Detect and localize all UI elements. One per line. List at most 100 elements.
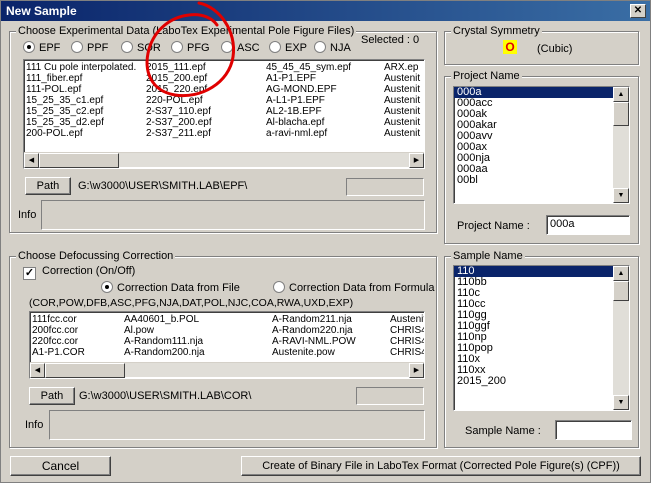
correction-file-list[interactable]: 111fcc.cor AA40601_b.POL A-Random211.nja Au…	[29, 311, 425, 379]
file-item[interactable]: Al-blacha.epf	[266, 117, 384, 128]
file-item[interactable]: 200fcc.cor	[32, 325, 124, 336]
list-item[interactable]: 110bb	[454, 277, 629, 288]
symmetry-name: (Cubic)	[537, 43, 573, 55]
create-binary-file-button[interactable]: Create of Binary File in LaboTex Format …	[241, 456, 641, 476]
file-item[interactable]: 15_25_35_c1.epf	[26, 95, 146, 106]
file-item[interactable]: 220-POL.epf	[146, 95, 266, 106]
scroll-thumb[interactable]	[39, 153, 119, 168]
file-item[interactable]: Al.pow	[124, 325, 272, 336]
file-item[interactable]: Austenit	[384, 95, 424, 106]
format-radio-asc[interactable]: ASC	[221, 41, 260, 54]
close-icon[interactable]: ✕	[630, 4, 646, 18]
correction-path-button[interactable]: Path	[29, 387, 75, 405]
file-item[interactable]: A1-P1.EPF	[266, 73, 384, 84]
format-radio-epf[interactable]: EPF	[23, 41, 60, 54]
file-item[interactable]: A-Random111.nja	[124, 336, 272, 347]
file-item[interactable]: CHRIS4	[390, 336, 424, 347]
file-item[interactable]: A-RAVI-NML.POW	[272, 336, 390, 347]
list-item[interactable]: 110pop	[454, 343, 629, 354]
file-item[interactable]: 111_fiber.epf	[26, 73, 146, 84]
file-item[interactable]: 111 Cu pole interpolated.	[26, 62, 146, 73]
file-item[interactable]: 2015_200.epf	[146, 73, 266, 84]
file-item[interactable]: 2-S37_211.epf	[146, 128, 266, 139]
file-item[interactable]: 15_25_35_c2.epf	[26, 106, 146, 117]
file-item[interactable]: 2015_111.epf	[146, 62, 266, 73]
sample-vscrollbar[interactable]: ▲ ▼	[613, 266, 629, 410]
radio-dot-icon	[23, 41, 35, 53]
scroll-right-icon[interactable]: ▶	[409, 363, 424, 378]
window-title: New Sample	[6, 4, 77, 18]
correction-hscrollbar[interactable]: ◀ ▶	[30, 362, 424, 378]
experimental-file-list[interactable]: 111 Cu pole interpolated. 2015_111.epf 45_…	[23, 59, 425, 169]
project-vscrollbar[interactable]: ▲ ▼	[613, 87, 629, 203]
file-item[interactable]: Austenite.pow	[272, 347, 390, 358]
format-radio-exp[interactable]: EXP	[269, 41, 307, 54]
correction-info-field	[49, 410, 425, 440]
correction-from-file-radio[interactable]: Correction Data from File	[101, 281, 240, 294]
file-item[interactable]: 45_45_45_sym.epf	[266, 62, 384, 73]
file-item[interactable]: 2-S37_200.epf	[146, 117, 266, 128]
file-item[interactable]: 111-POL.epf	[26, 84, 146, 95]
file-item[interactable]: a-ravi-nml.epf	[266, 128, 384, 139]
file-item[interactable]: Austenit	[384, 106, 424, 117]
scroll-thumb[interactable]	[613, 281, 629, 301]
scroll-thumb[interactable]	[613, 102, 629, 126]
radio-dot-icon	[71, 41, 83, 53]
experimental-hscrollbar[interactable]: ◀ ▶	[24, 152, 424, 168]
scroll-up-icon[interactable]: ▲	[613, 87, 629, 102]
experimental-progress-field	[346, 178, 424, 196]
file-item[interactable]: Austenit	[384, 73, 424, 84]
format-radio-ppf[interactable]: PPF	[71, 41, 108, 54]
file-item[interactable]: A-L1-P1.EPF	[266, 95, 384, 106]
file-item[interactable]: Austenit	[384, 128, 424, 139]
file-item[interactable]: A-Random211.nja	[272, 314, 390, 325]
radio-dot-icon	[121, 41, 133, 53]
scroll-left-icon[interactable]: ◀	[30, 363, 45, 378]
file-item[interactable]: 15_25_35_d2.epf	[26, 117, 146, 128]
file-item[interactable]: AG-MOND.EPF	[266, 84, 384, 95]
file-item[interactable]: CHRIS4	[390, 347, 424, 358]
correction-toggle[interactable]: ✓ Correction (On/Off)	[23, 265, 135, 280]
scroll-down-icon[interactable]: ▼	[613, 395, 629, 410]
sample-list[interactable]: 110 110bb 110c 110cc 110gg 110ggf 110np 110pop 1…	[453, 265, 630, 411]
file-item[interactable]: AL2-1B.EPF	[266, 106, 384, 117]
cancel-button[interactable]: Cancel	[10, 456, 111, 476]
file-item[interactable]: AA40601_b.POL	[124, 314, 272, 325]
scroll-thumb[interactable]	[45, 363, 125, 378]
correction-extensions: (COR,POW,DFB,ASC,PFG,NJA,DAT,POL,NJC,COA…	[29, 297, 354, 309]
format-radio-sor[interactable]: SOR	[121, 41, 161, 54]
file-item[interactable]: A-Random220.nja	[272, 325, 390, 336]
experimental-group-label: Choose Experimental Data (LaboTex Experi…	[16, 25, 357, 37]
scroll-right-icon[interactable]: ▶	[409, 153, 424, 168]
file-item[interactable]: CHRIS4	[390, 325, 424, 336]
file-item[interactable]: A1-P1.COR	[32, 347, 124, 358]
radio-dot-icon	[221, 41, 233, 53]
scroll-down-icon[interactable]: ▼	[613, 188, 629, 203]
correction-from-formula-radio[interactable]: Correction Data from Formula	[273, 281, 435, 294]
list-item[interactable]: 2015_200	[454, 376, 629, 387]
file-item[interactable]: 2-S37_110.epf	[146, 106, 266, 117]
file-item[interactable]: A-Random200.nja	[124, 347, 272, 358]
file-item[interactable]: 220fcc.cor	[32, 336, 124, 347]
scroll-up-icon[interactable]: ▲	[613, 266, 629, 281]
checkbox-check-icon[interactable]: ✓	[23, 267, 36, 280]
project-group-label: Project Name	[451, 70, 522, 82]
file-item[interactable]: ARX.ep	[384, 62, 424, 73]
file-item[interactable]: 2015_220.epf	[146, 84, 266, 95]
file-item[interactable]: Austenit	[384, 84, 424, 95]
experimental-path-button[interactable]: Path	[25, 177, 71, 195]
project-list[interactable]: 000a 000acc 000ak 000akar 000avv 000ax 000nja 0…	[453, 86, 630, 204]
file-item[interactable]: Austenit	[390, 314, 424, 325]
list-item[interactable]: 000aa	[454, 164, 629, 175]
scroll-left-icon[interactable]: ◀	[24, 153, 39, 168]
format-radio-nja[interactable]: NJA	[314, 41, 351, 54]
file-item[interactable]: Austenit	[384, 117, 424, 128]
sample-name-input[interactable]	[555, 420, 632, 440]
format-radio-pfg[interactable]: PFG	[171, 41, 210, 54]
file-item[interactable]: 111fcc.cor	[32, 314, 124, 325]
project-name-input[interactable]: 000a	[546, 215, 630, 235]
radio-dot-icon	[269, 41, 281, 53]
list-item[interactable]: 00bl	[454, 175, 629, 186]
radio-dot-icon	[101, 281, 113, 293]
file-item[interactable]: 200-POL.epf	[26, 128, 146, 139]
